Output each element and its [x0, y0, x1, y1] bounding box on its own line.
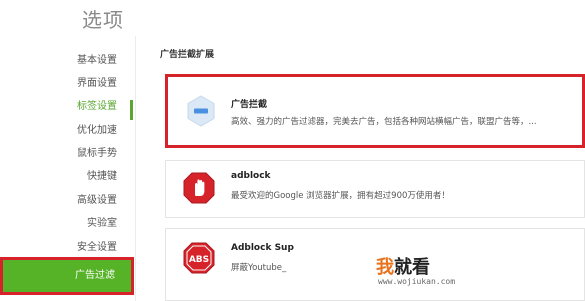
- sidebar-item-labs[interactable]: 实验室: [87, 214, 117, 234]
- page-title: 选项: [82, 8, 124, 32]
- watermark-first-char: 我: [376, 257, 394, 278]
- extension-card-ad-block[interactable]: 广告拦截 高效、强力的广告过滤器，完美去广告，包括各种网站横幅广告，联盟广告等，…: [165, 74, 585, 148]
- sidebar-item-security-settings[interactable]: 安全设置: [77, 238, 117, 258]
- extension-description: 最受欢迎的Google 浏览器扩展，拥有超过900万使用者！: [231, 191, 450, 201]
- watermark-rest: 就看: [394, 257, 430, 278]
- sidebar-item-shortcuts[interactable]: 快捷键: [87, 167, 117, 187]
- options-sidebar: 基本设置 界面设置 标签设置 优化加速 鼠标手势 快捷键 高级设置 实验室 安全…: [0, 36, 136, 301]
- sidebar-item-ad-filter-label: 广告过滤: [75, 270, 115, 281]
- main-content: 广告拦截扩展 广告拦截 高效、强力的广告过滤器，完美去广告，包括各种网站横幅广告…: [137, 36, 585, 301]
- abs-icon: ABS: [182, 241, 216, 279]
- extension-name: Adblock Sup: [231, 243, 294, 253]
- extension-name: 广告拦截: [231, 100, 268, 110]
- options-header: 选项: [0, 0, 585, 36]
- stop-hand-icon: [182, 171, 216, 209]
- extension-description: 高效、强力的广告过滤器，完美去广告，包括各种网站横幅广告，联盟广告等，...: [231, 117, 537, 127]
- extension-name: adblock: [231, 171, 271, 181]
- minus-shield-icon: [184, 94, 218, 132]
- svg-text:ABS: ABS: [189, 255, 209, 265]
- site-watermark: 我就看 www.wojiukan.com: [376, 253, 486, 293]
- sidebar-item-tab-settings[interactable]: 标签设置: [77, 97, 117, 117]
- active-tab-indicator: [130, 100, 133, 120]
- sidebar-item-basic-settings[interactable]: 基本设置: [77, 51, 117, 71]
- sidebar-item-interface-settings[interactable]: 界面设置: [77, 74, 117, 94]
- extension-card-adblock-super[interactable]: ABS Adblock Sup 屏蔽Youtube_: [165, 228, 585, 301]
- sidebar-item-ad-filter[interactable]: 广告过滤: [0, 257, 134, 295]
- sidebar-item-optimize[interactable]: 优化加速: [77, 121, 117, 141]
- section-heading: 广告拦截扩展: [160, 50, 215, 60]
- extension-card-adblock[interactable]: adblock 最受欢迎的Google 浏览器扩展，拥有超过900万使用者！: [165, 160, 585, 218]
- sidebar-item-advanced-settings[interactable]: 高级设置: [77, 191, 117, 211]
- watermark-url: www.wojiukan.com: [378, 277, 456, 286]
- watermark-text: 我就看: [376, 253, 430, 279]
- sidebar-item-mouse-gestures[interactable]: 鼠标手势: [77, 144, 117, 164]
